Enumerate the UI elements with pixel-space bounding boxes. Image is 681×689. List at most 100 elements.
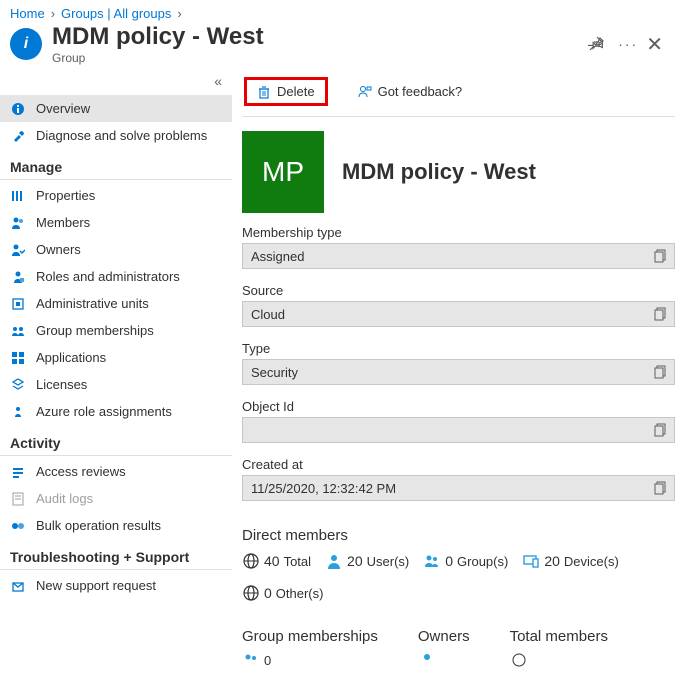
stat-value: 0 [445,553,453,569]
audit-logs-icon [10,492,26,506]
page-subtitle: Group [52,51,588,65]
field-value-text: Assigned [251,249,304,264]
stat-groups[interactable]: 0 Group(s) [423,552,508,570]
user-icon [418,651,436,669]
sidebar-item-owners[interactable]: Owners [0,236,232,263]
field-label: Source [242,283,675,298]
command-bar: Delete Got feedback? [242,71,675,117]
sidebar-item-azure-role[interactable]: Azure role assignments [0,398,232,425]
summary-heading: Group memberships [242,628,378,645]
licenses-icon [10,378,26,392]
sidebar-item-label: Administrative units [36,296,149,311]
properties-icon [10,189,26,203]
sidebar-section-activity: Activity [0,425,232,456]
feedback-button-label: Got feedback? [378,84,463,99]
stat-value: 40 [264,553,280,569]
sidebar-item-properties[interactable]: Properties [0,182,232,209]
field-type: Type Security [242,341,675,385]
breadcrumb-groups[interactable]: Groups | All groups [61,6,171,21]
field-value-membership-type: Assigned [242,243,675,269]
field-value-source: Cloud [242,301,675,327]
sidebar-item-licenses[interactable]: Licenses [0,371,232,398]
sidebar-section-troubleshooting: Troubleshooting + Support [0,539,232,570]
sidebar-item-label: Owners [36,242,81,257]
sidebar-item-members[interactable]: Members [0,209,232,236]
field-value-object-id [242,417,675,443]
sidebar-item-overview[interactable]: Overview [0,95,232,122]
field-label: Created at [242,457,675,472]
globe-icon [242,584,260,602]
sidebar-item-audit-logs: Audit logs [0,485,232,512]
copy-icon[interactable] [652,479,670,497]
field-value-type: Security [242,359,675,385]
copy-icon[interactable] [652,247,670,265]
summary-heading: Owners [418,628,470,645]
sidebar-item-label: Access reviews [36,464,126,479]
bulk-results-icon [10,519,26,533]
summary-value: 0 [264,653,271,668]
group-hero: MP MDM policy - West [242,117,675,225]
more-icon[interactable]: ··· [618,36,638,52]
collapse-nav-icon[interactable]: « [0,71,232,95]
chevron-right-icon: › [51,6,55,21]
sidebar-item-label: Applications [36,350,106,365]
members-icon [10,216,26,230]
pin-icon[interactable] [588,36,604,52]
field-membership-type: Membership type Assigned [242,225,675,269]
applications-icon [10,351,26,365]
field-created-at: Created at 11/25/2020, 12:32:42 PM [242,457,675,501]
copy-icon[interactable] [652,305,670,323]
stat-label: Total [284,554,311,569]
sidebar-item-access-reviews[interactable]: Access reviews [0,458,232,485]
delete-button[interactable]: Delete [244,77,328,106]
stat-others[interactable]: 0 Other(s) [242,584,323,602]
admin-units-icon [10,297,26,311]
sidebar-item-label: Group memberships [36,323,154,338]
sidebar-item-new-support[interactable]: New support request [0,572,232,599]
close-icon[interactable]: ✕ [638,32,671,57]
direct-members-stats: 40 Total 20 User(s) 0 Group(s) [242,552,675,602]
stat-devices[interactable]: 20 Device(s) [522,552,618,570]
copy-icon[interactable] [652,421,670,439]
stat-label: Other(s) [276,586,324,601]
chevron-right-icon: › [177,6,181,21]
sidebar-item-label: Diagnose and solve problems [36,128,207,143]
device-icon [522,552,540,570]
stat-total[interactable]: 40 Total [242,552,311,570]
sidebar-item-bulk-results[interactable]: Bulk operation results [0,512,232,539]
sidebar-item-applications[interactable]: Applications [0,344,232,371]
sidebar: « Overview Diagnose and solve problems M… [0,71,232,689]
roles-icon [10,270,26,284]
stat-users[interactable]: 20 User(s) [325,552,409,570]
stat-value: 0 [264,585,272,601]
sidebar-item-label: Roles and administrators [36,269,180,284]
feedback-icon [358,85,372,99]
sidebar-item-admin-units[interactable]: Administrative units [0,290,232,317]
group-memberships-icon [10,324,26,338]
sidebar-item-group-memberships[interactable]: Group memberships [0,317,232,344]
field-value-text: Security [251,365,298,380]
stat-value: 20 [544,553,560,569]
globe-icon [510,651,528,669]
field-source: Source Cloud [242,283,675,327]
info-badge-icon: i [10,28,42,60]
delete-button-label: Delete [277,84,315,99]
user-icon [325,552,343,570]
trash-icon [257,85,271,99]
support-icon [10,579,26,593]
field-object-id: Object Id [242,399,675,443]
feedback-button[interactable]: Got feedback? [348,80,473,103]
info-icon [10,102,26,116]
sidebar-item-label: Overview [36,101,90,116]
field-value-text: 11/25/2020, 12:32:42 PM [251,481,396,496]
access-reviews-icon [10,465,26,479]
stat-value: 20 [347,553,363,569]
stat-label: User(s) [367,554,410,569]
sidebar-item-roles[interactable]: Roles and administrators [0,263,232,290]
sidebar-item-diagnose[interactable]: Diagnose and solve problems [0,122,232,149]
group-icon [242,651,260,669]
sidebar-item-label: Properties [36,188,95,203]
wrench-icon [10,129,26,143]
copy-icon[interactable] [652,363,670,381]
breadcrumb-home[interactable]: Home [10,6,45,21]
